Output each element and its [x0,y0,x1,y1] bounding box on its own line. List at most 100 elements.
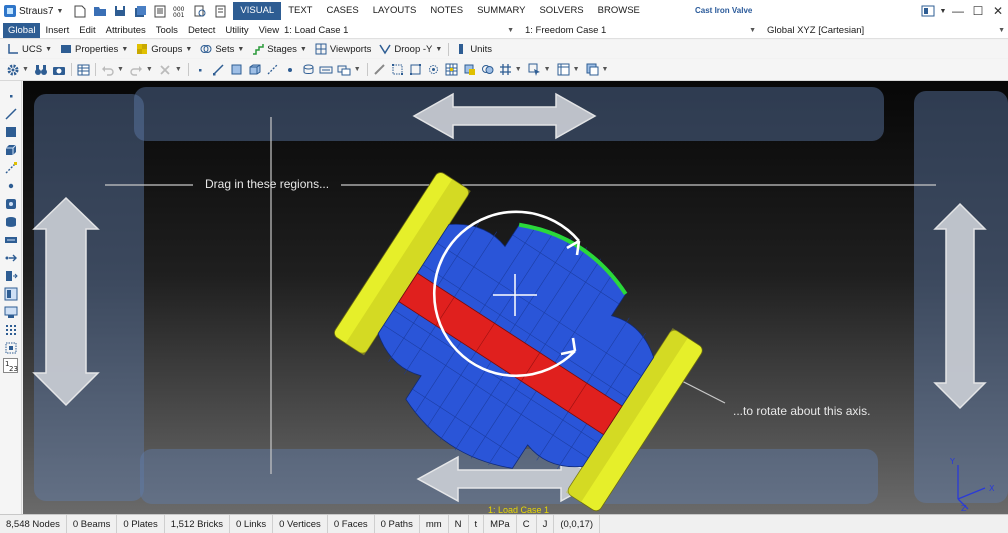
select-free-icon[interactable] [407,61,424,79]
tab-browse[interactable]: BROWSE [591,2,647,20]
display-tool-icon[interactable] [2,303,20,320]
find-icon[interactable] [191,2,209,20]
tab-attributes[interactable]: Attributes [101,23,151,38]
load-case-select[interactable]: 1: Load Case 1 ▼ [281,23,517,38]
chevron-down-icon[interactable]: ▼ [175,66,182,73]
undo-icon[interactable] [99,61,116,79]
select-box-icon[interactable] [389,61,406,79]
marquee-tool-icon[interactable] [2,339,20,356]
tab-solvers[interactable]: SOLVERS [532,2,590,20]
extrude-tool-icon[interactable] [2,267,20,284]
save-all-icon[interactable] [131,2,149,20]
tab-notes[interactable]: NOTES [423,2,470,20]
tab-tools[interactable]: Tools [151,23,183,38]
groups-menu[interactable]: Groups ▼ [132,40,196,58]
link-icon[interactable] [264,61,281,79]
droop-menu[interactable]: Droop -Y ▼ [375,40,446,58]
load-path-icon[interactable] [336,61,353,79]
chevron-down-icon[interactable]: ▼ [22,66,29,73]
plate-tool-icon[interactable] [2,123,20,140]
model-viewport[interactable]: Y X Z Drag in these regions... ...to rot… [23,81,1008,514]
coordinate-system-select[interactable]: Global XYZ [Cartesian] ▼ [764,23,1008,38]
face-tool-icon[interactable] [2,195,20,212]
measure-icon[interactable] [371,61,388,79]
select-mode-icon[interactable] [526,61,543,79]
delete-icon[interactable] [157,61,174,79]
entity-display-icon[interactable] [555,61,572,79]
camera-icon[interactable] [51,61,68,79]
binoculars-icon[interactable] [33,61,50,79]
attribute-tool-icon[interactable] [2,285,20,302]
numbering-icon[interactable]: 000 001 [171,2,189,20]
tab-global[interactable]: Global [3,22,41,38]
node-tool-icon[interactable] [2,87,20,104]
open-folder-icon[interactable] [91,2,109,20]
node-icon[interactable] [192,61,209,79]
select-group-icon[interactable] [461,61,478,79]
close-icon[interactable]: ✕ [988,0,1008,22]
chevron-down-icon[interactable]: ▼ [354,66,361,73]
arrow-tool-icon[interactable] [2,249,20,266]
geometry-icon[interactable] [300,61,317,79]
chevron-down-icon[interactable]: ▼ [938,0,948,22]
unit-mass[interactable]: t [469,514,485,533]
tab-edit[interactable]: Edit [74,23,100,38]
display-options-icon[interactable] [584,61,601,79]
link-tool-icon[interactable] [2,159,20,176]
path-tool-icon[interactable] [2,231,20,248]
unit-temperature[interactable]: C [517,514,537,533]
tab-text[interactable]: TEXT [281,2,319,20]
maximize-icon[interactable]: ☐ [968,0,988,22]
select-hash-icon[interactable] [497,61,514,79]
unit-force[interactable]: N [449,514,469,533]
units-menu[interactable]: Units [451,40,496,58]
path-icon[interactable] [318,61,335,79]
properties-menu[interactable]: Properties ▼ [56,40,132,58]
stages-menu[interactable]: Stages ▼ [248,40,311,58]
chevron-down-icon[interactable]: ▼ [573,66,580,73]
numbering-tool-icon[interactable]: 1 23 [2,357,20,374]
plate-icon[interactable] [228,61,245,79]
unit-length[interactable]: mm [420,514,449,533]
app-menu-button[interactable]: Straus7 ▼ [0,0,69,22]
vertex-icon[interactable] [282,61,299,79]
chevron-down-icon[interactable]: ▼ [515,66,522,73]
chevron-down-icon[interactable]: ▼ [146,66,153,73]
tab-insert[interactable]: Insert [40,23,74,38]
select-connected-icon[interactable] [479,61,496,79]
report-icon[interactable] [151,2,169,20]
vertex-tool-icon[interactable] [2,177,20,194]
chevron-down-icon[interactable]: ▼ [544,66,551,73]
brick-icon[interactable] [246,61,263,79]
minimize-icon[interactable]: — [948,0,968,22]
ucs-menu[interactable]: UCS ▼ [3,40,56,58]
tab-visual[interactable]: VISUAL [233,2,282,20]
chevron-down-icon[interactable]: ▼ [602,66,609,73]
redo-icon[interactable] [128,61,145,79]
select-grid-icon[interactable] [443,61,460,79]
grid-dots-icon[interactable] [2,321,20,338]
tab-view[interactable]: View [254,23,284,38]
tab-layouts[interactable]: LAYOUTS [366,2,424,20]
beam-icon[interactable] [210,61,227,79]
entity-table-icon[interactable] [75,61,92,79]
script-icon[interactable] [211,2,229,20]
tab-summary[interactable]: SUMMARY [470,2,532,20]
geometry-tool-icon[interactable] [2,213,20,230]
tab-cases[interactable]: CASES [319,2,365,20]
viewports-menu[interactable]: Viewports [311,40,376,58]
select-nodes-icon[interactable] [425,61,442,79]
chevron-down-icon[interactable]: ▼ [117,66,124,73]
tab-utility[interactable]: Utility [220,23,253,38]
brick-tool-icon[interactable] [2,141,20,158]
layout-icon[interactable] [918,0,938,22]
settings-gear-icon[interactable] [4,61,21,79]
beam-tool-icon[interactable] [2,105,20,122]
new-file-icon[interactable] [71,2,89,20]
freedom-case-select[interactable]: 1: Freedom Case 1 ▼ [522,23,759,38]
unit-stress[interactable]: MPa [484,514,517,533]
tab-detect[interactable]: Detect [183,23,220,38]
sets-menu[interactable]: Sets ▼ [196,40,248,58]
save-icon[interactable] [111,2,129,20]
unit-energy[interactable]: J [537,514,555,533]
